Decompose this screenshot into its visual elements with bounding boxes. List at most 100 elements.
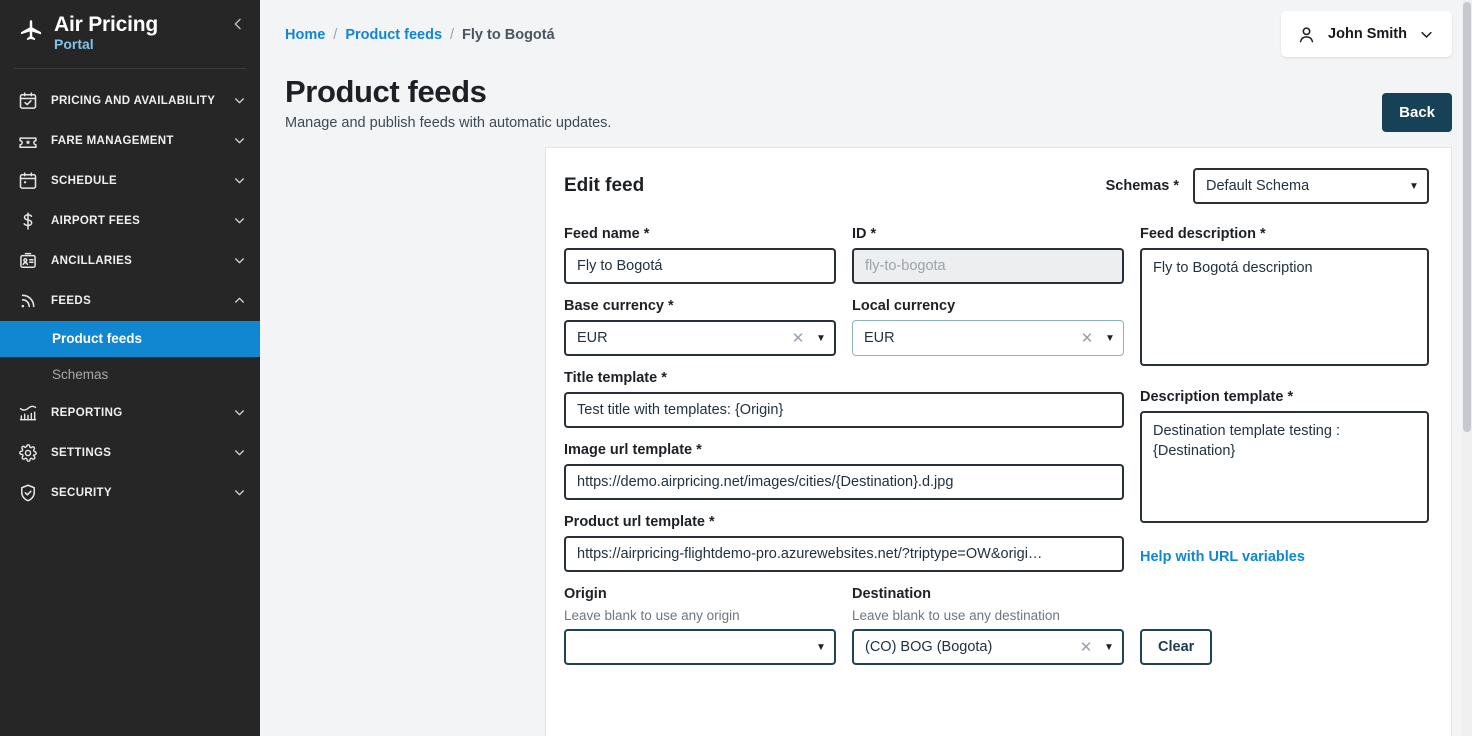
- feed-name-label: Feed name *: [564, 226, 836, 242]
- origin-field: Origin Leave blank to use any origin ▼: [564, 586, 836, 665]
- close-icon[interactable]: ✕: [788, 329, 808, 347]
- form-right-column: Feed description * Description template …: [1140, 226, 1429, 665]
- edit-feed-card: Edit feed Schemas * Default Schema ▼ Fee…: [545, 147, 1452, 736]
- breadcrumb-separator: /: [450, 27, 454, 43]
- caret-down-icon: ▼: [1096, 642, 1122, 653]
- sidebar-item-security[interactable]: SECURITY: [0, 473, 260, 513]
- bar-chart-icon: [18, 403, 38, 423]
- chevron-up-icon: [233, 294, 246, 307]
- title-template-label: Title template *: [564, 370, 1124, 386]
- base-currency-value: EUR: [566, 330, 788, 346]
- sidebar-subitem-label: Schemas: [52, 367, 108, 382]
- origin-hint: Leave blank to use any origin: [564, 608, 836, 623]
- sidebar-item-fare-management[interactable]: FARE MANAGEMENT: [0, 121, 260, 161]
- schemas-select[interactable]: Default Schema ▼: [1193, 168, 1429, 204]
- breadcrumb-item-product-feeds[interactable]: Product feeds: [345, 27, 442, 43]
- back-button[interactable]: Back: [1382, 93, 1452, 132]
- chevron-down-icon: [233, 214, 246, 227]
- base-currency-field: Base currency * EUR ✕ ▼: [564, 298, 836, 356]
- ticket-star-icon: [18, 131, 38, 151]
- user-icon: [1297, 25, 1316, 44]
- product-url-template-input[interactable]: [564, 536, 1124, 572]
- caret-down-icon: ▼: [808, 642, 834, 653]
- scrollbar-thumb[interactable]: [1463, 2, 1471, 432]
- sidebar-item-product-feeds[interactable]: Product feeds: [0, 321, 260, 357]
- caret-down-icon: ▼: [1097, 333, 1123, 344]
- sidebar-item-label: PRICING AND AVAILABILITY: [51, 95, 233, 107]
- sidebar-item-settings[interactable]: SETTINGS: [0, 433, 260, 473]
- caret-down-icon: ▼: [808, 333, 834, 344]
- destination-select[interactable]: (CO) BOG (Bogota) ✕ ▼: [852, 629, 1124, 665]
- local-currency-value: EUR: [853, 330, 1077, 346]
- image-url-template-label: Image url template *: [564, 442, 1124, 458]
- breadcrumb-item-current: Fly to Bogotá: [462, 27, 555, 43]
- calendar-dot-icon: [18, 171, 38, 191]
- local-currency-field: Local currency EUR ✕ ▼: [852, 298, 1124, 356]
- sidebar-item-label: FARE MANAGEMENT: [51, 135, 233, 147]
- product-url-template-label: Product url template *: [564, 514, 1124, 530]
- schemas-selected-value: Default Schema: [1195, 178, 1401, 194]
- brand-header: Air Pricing Portal: [0, 0, 260, 64]
- sidebar-item-airport-fees[interactable]: AIRPORT FEES: [0, 201, 260, 241]
- topbar: Home / Product feeds / Fly to Bogotá Joh…: [260, 0, 1472, 68]
- title-template-field: Title template *: [564, 370, 1124, 428]
- dollar-sign-icon: [18, 211, 38, 231]
- sidebar-item-label: REPORTING: [51, 407, 233, 419]
- name-id-row: Feed name * ID *: [564, 226, 1124, 298]
- user-menu[interactable]: John Smith: [1281, 11, 1452, 57]
- chevron-down-icon: [233, 134, 246, 147]
- base-currency-select[interactable]: EUR ✕ ▼: [564, 320, 836, 356]
- form-grid: Feed name * ID * Base currency * EUR: [564, 226, 1429, 665]
- sidebar-item-ancillaries[interactable]: ANCILLARIES: [0, 241, 260, 281]
- breadcrumb-separator: /: [333, 27, 337, 43]
- origin-label: Origin: [564, 586, 836, 602]
- chevron-down-icon: [1419, 27, 1434, 42]
- schemas-control: Schemas * Default Schema ▼: [1106, 168, 1429, 204]
- base-currency-label: Base currency *: [564, 298, 836, 314]
- destination-field: Destination Leave blank to use any desti…: [852, 586, 1124, 665]
- image-url-template-input[interactable]: [564, 464, 1124, 500]
- page-scrollbar[interactable]: [1462, 0, 1472, 736]
- breadcrumb-item-home[interactable]: Home: [285, 27, 325, 43]
- airplane-icon: [18, 16, 44, 46]
- sidebar-item-feeds[interactable]: FEEDS: [0, 281, 260, 321]
- brand-subtitle: Portal: [54, 37, 158, 52]
- chevron-left-icon[interactable]: [230, 15, 246, 33]
- page-title: Product feeds: [285, 74, 611, 110]
- shield-check-icon: [18, 483, 38, 503]
- feed-description-field: Feed description *: [1140, 226, 1429, 371]
- sidebar-item-label: SETTINGS: [51, 447, 233, 459]
- sidebar: Air Pricing Portal PRICING AND AVAILABIL…: [0, 0, 260, 736]
- main-content: Home / Product feeds / Fly to Bogotá Joh…: [260, 0, 1472, 736]
- sidebar-nav: PRICING AND AVAILABILITY FARE MANAGEMENT: [0, 69, 260, 513]
- destination-hint: Leave blank to use any destination: [852, 608, 1124, 623]
- calendar-check-icon: [18, 91, 38, 111]
- sidebar-item-pricing-and-availability[interactable]: PRICING AND AVAILABILITY: [0, 81, 260, 121]
- destination-label: Destination: [852, 586, 1124, 602]
- rss-icon: [18, 291, 38, 311]
- schemas-label: Schemas *: [1106, 178, 1179, 194]
- feed-id-field: ID *: [852, 226, 1124, 284]
- local-currency-label: Local currency: [852, 298, 1124, 314]
- origin-destination-row: Origin Leave blank to use any origin ▼ D…: [564, 586, 1124, 665]
- sidebar-item-schemas[interactable]: Schemas: [0, 357, 260, 393]
- feed-description-label: Feed description *: [1140, 226, 1429, 242]
- chevron-down-icon: [233, 406, 246, 419]
- product-url-template-field: Product url template *: [564, 514, 1124, 572]
- sidebar-item-schedule[interactable]: SCHEDULE: [0, 161, 260, 201]
- chevron-down-icon: [233, 94, 246, 107]
- user-name: John Smith: [1328, 26, 1407, 42]
- origin-select[interactable]: ▼: [564, 629, 836, 665]
- sidebar-item-reporting[interactable]: REPORTING: [0, 393, 260, 433]
- chevron-down-icon: [233, 486, 246, 499]
- close-icon[interactable]: ✕: [1077, 329, 1097, 347]
- feed-name-input[interactable]: [564, 248, 836, 284]
- local-currency-select[interactable]: EUR ✕ ▼: [852, 320, 1124, 356]
- brand-title: Air Pricing: [54, 14, 158, 36]
- title-template-input[interactable]: [564, 392, 1124, 428]
- feed-description-textarea[interactable]: [1140, 248, 1429, 366]
- help-with-url-variables-link[interactable]: Help with URL variables: [1140, 549, 1305, 565]
- close-icon[interactable]: ✕: [1076, 638, 1096, 656]
- description-template-textarea[interactable]: [1140, 411, 1429, 523]
- sidebar-item-label: AIRPORT FEES: [51, 215, 233, 227]
